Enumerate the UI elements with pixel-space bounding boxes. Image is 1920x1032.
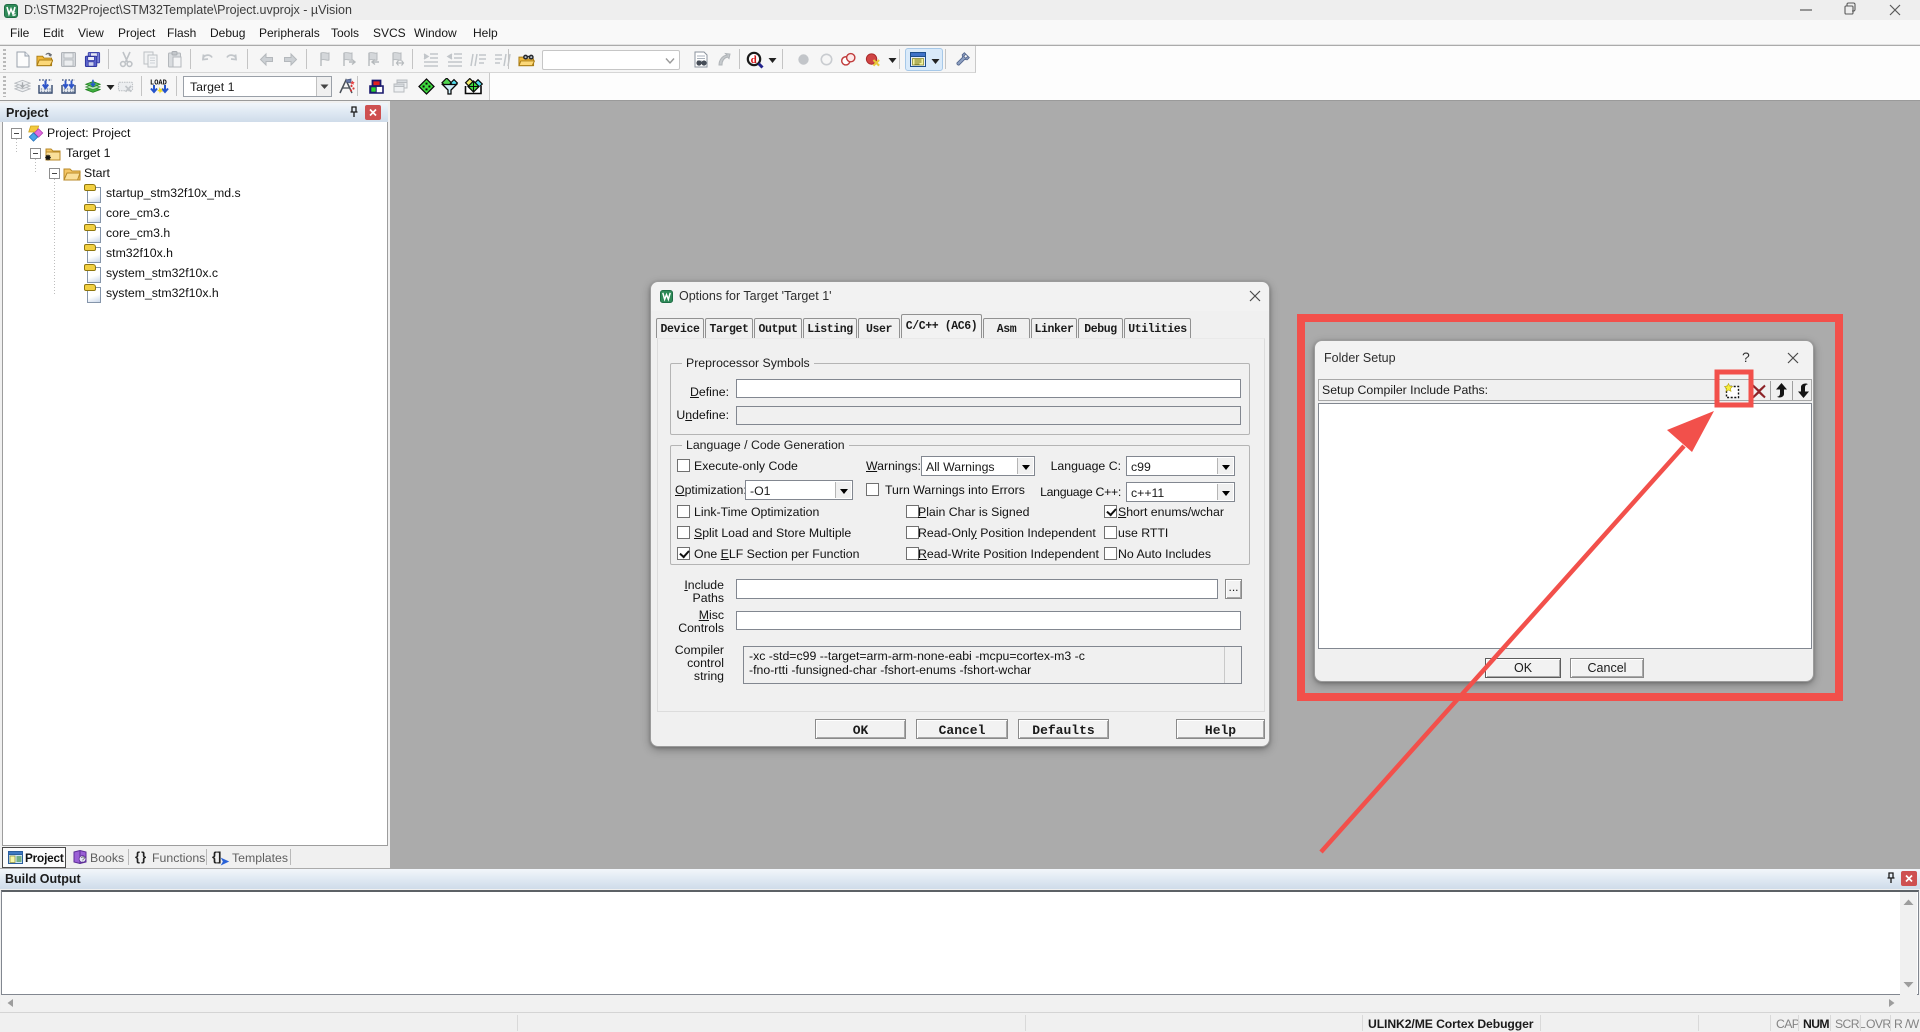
svg-text:s: s — [12, 11, 16, 18]
svg-text:d: d — [751, 54, 757, 66]
svg-text:?: ? — [81, 857, 85, 864]
